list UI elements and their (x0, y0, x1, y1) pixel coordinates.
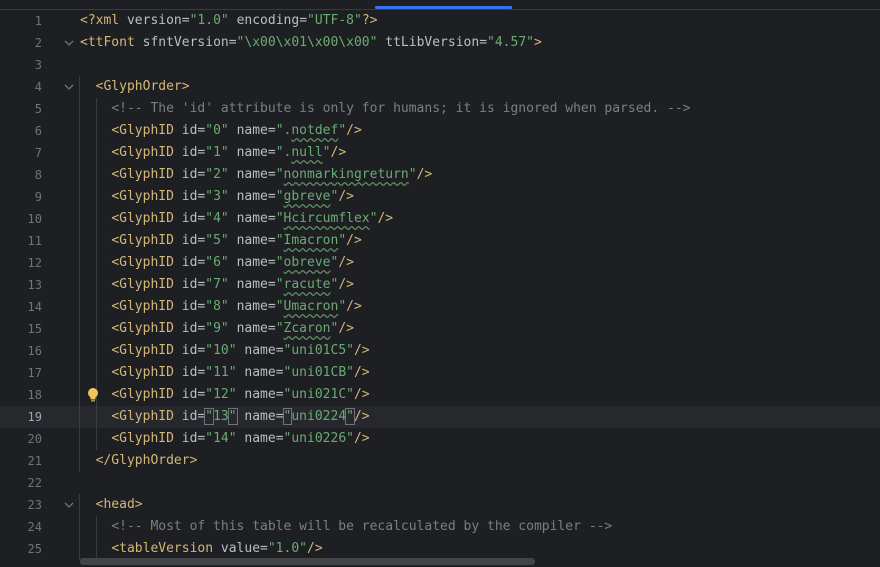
line-number[interactable]: 3 (0, 54, 42, 76)
line-number[interactable]: 19 (0, 406, 42, 428)
chevron-down-icon[interactable] (60, 32, 78, 54)
line-number[interactable]: 5 (0, 98, 42, 120)
code-text[interactable]: <GlyphID id="11" name="uni01CB"/> (80, 362, 369, 384)
line-number[interactable]: 20 (0, 428, 42, 450)
line-number[interactable]: 22 (0, 472, 42, 494)
code-line[interactable]: 23 <head> (0, 494, 880, 516)
code-line[interactable]: 1 <?xml version="1.0" encoding="UTF-8"?> (0, 10, 880, 32)
code-line[interactable]: 25 <tableVersion value="1.0"/> (0, 538, 880, 560)
code-text[interactable]: <GlyphID id="4" name="Hcircumflex"/> (80, 208, 393, 230)
line-number[interactable]: 15 (0, 318, 42, 340)
chevron-down-icon[interactable] (60, 494, 78, 516)
code-text[interactable]: <!-- Most of this table will be recalcul… (80, 516, 612, 538)
code-line[interactable]: 3 (0, 54, 880, 76)
line-number[interactable]: 16 (0, 340, 42, 362)
code-line[interactable]: 18 <GlyphID id="12" name="uni021C"/> (0, 384, 880, 406)
code-line[interactable]: 7 <GlyphID id="1" name=".null"/> (0, 142, 880, 164)
code-line[interactable]: 4 <GlyphOrder> (0, 76, 880, 98)
code-text[interactable]: <ttFont sfntVersion="\x00\x01\x00\x00" t… (80, 32, 542, 54)
code-text[interactable]: <GlyphID id="1" name=".null"/> (80, 142, 346, 164)
code-text[interactable]: <GlyphID id="14" name="uni0226"/> (80, 428, 369, 450)
line-number[interactable]: 4 (0, 76, 42, 98)
code-line[interactable]: 24 <!-- Most of this table will be recal… (0, 516, 880, 538)
code-line[interactable]: 17 <GlyphID id="11" name="uni01CB"/> (0, 362, 880, 384)
code-line[interactable]: 5 <!-- The 'id' attribute is only for hu… (0, 98, 880, 120)
code-editor[interactable]: 1 <?xml version="1.0" encoding="UTF-8"?> 2… (0, 10, 880, 567)
code-text[interactable]: <GlyphID id="5" name="Imacron"/> (80, 230, 362, 252)
code-line[interactable]: 10 <GlyphID id="4" name="Hcircumflex"/> (0, 208, 880, 230)
code-text[interactable]: <GlyphID id="6" name="obreve"/> (80, 252, 354, 274)
code-text[interactable]: <GlyphID id="13" name="uni0224"/> (80, 406, 370, 428)
line-number[interactable]: 25 (0, 538, 42, 560)
code-line[interactable]: 16 <GlyphID id="10" name="uni01C5"/> (0, 340, 880, 362)
line-number[interactable]: 12 (0, 252, 42, 274)
code-text[interactable]: <GlyphID id="8" name="Umacron"/> (80, 296, 362, 318)
code-line[interactable]: 8 <GlyphID id="2" name="nonmarkingreturn… (0, 164, 880, 186)
code-line[interactable]: 13 <GlyphID id="7" name="racute"/> (0, 274, 880, 296)
line-number[interactable]: 18 (0, 384, 42, 406)
horizontal-scrollbar[interactable] (80, 558, 535, 565)
code-line[interactable]: 15 <GlyphID id="9" name="Zcaron"/> (0, 318, 880, 340)
line-number[interactable]: 1 (0, 10, 42, 32)
code-text[interactable]: <GlyphID id="0" name=".notdef"/> (80, 120, 362, 142)
code-text[interactable]: </GlyphOrder> (80, 450, 198, 472)
code-line[interactable]: 22 (0, 472, 880, 494)
line-number[interactable]: 21 (0, 450, 42, 472)
code-line[interactable]: 14 <GlyphID id="8" name="Umacron"/> (0, 296, 880, 318)
code-line[interactable]: 11 <GlyphID id="5" name="Imacron"/> (0, 230, 880, 252)
code-text[interactable]: <GlyphID id="12" name="uni021C"/> (80, 384, 369, 406)
code-line[interactable]: 9 <GlyphID id="3" name="gbreve"/> (0, 186, 880, 208)
code-line[interactable]: 2 <ttFont sfntVersion="\x00\x01\x00\x00" … (0, 32, 880, 54)
code-text[interactable]: <GlyphID id="7" name="racute"/> (80, 274, 354, 296)
code-text[interactable]: <GlyphOrder> (80, 76, 190, 98)
line-number[interactable]: 24 (0, 516, 42, 538)
line-number[interactable]: 13 (0, 274, 42, 296)
chevron-down-icon[interactable] (60, 76, 78, 98)
line-number[interactable]: 9 (0, 186, 42, 208)
code-text[interactable]: <!-- The 'id' attribute is only for huma… (80, 98, 690, 120)
code-text[interactable]: <GlyphID id="3" name="gbreve"/> (80, 186, 354, 208)
code-text[interactable]: <head> (80, 494, 143, 516)
code-line[interactable]: 6 <GlyphID id="0" name=".notdef"/> (0, 120, 880, 142)
code-text[interactable]: <GlyphID id="9" name="Zcaron"/> (80, 318, 354, 340)
line-number[interactable]: 11 (0, 230, 42, 252)
line-number[interactable]: 7 (0, 142, 42, 164)
code-line[interactable]: 20 <GlyphID id="14" name="uni0226"/> (0, 428, 880, 450)
line-number[interactable]: 8 (0, 164, 42, 186)
line-number[interactable]: 14 (0, 296, 42, 318)
code-line[interactable]: 19 <GlyphID id="13" name="uni0224"/> (0, 406, 880, 428)
line-number[interactable]: 2 (0, 32, 42, 54)
line-number[interactable]: 17 (0, 362, 42, 384)
line-number[interactable]: 23 (0, 494, 42, 516)
code-line[interactable]: 21 </GlyphOrder> (0, 450, 880, 472)
line-number[interactable]: 10 (0, 208, 42, 230)
code-line[interactable]: 12 <GlyphID id="6" name="obreve"/> (0, 252, 880, 274)
line-number[interactable]: 6 (0, 120, 42, 142)
code-text[interactable]: <GlyphID id="2" name="nonmarkingreturn"/… (80, 164, 432, 186)
code-text[interactable]: <tableVersion value="1.0"/> (80, 538, 322, 560)
code-text[interactable]: <?xml version="1.0" encoding="UTF-8"?> (80, 10, 377, 32)
code-text[interactable]: <GlyphID id="10" name="uni01C5"/> (80, 340, 369, 362)
